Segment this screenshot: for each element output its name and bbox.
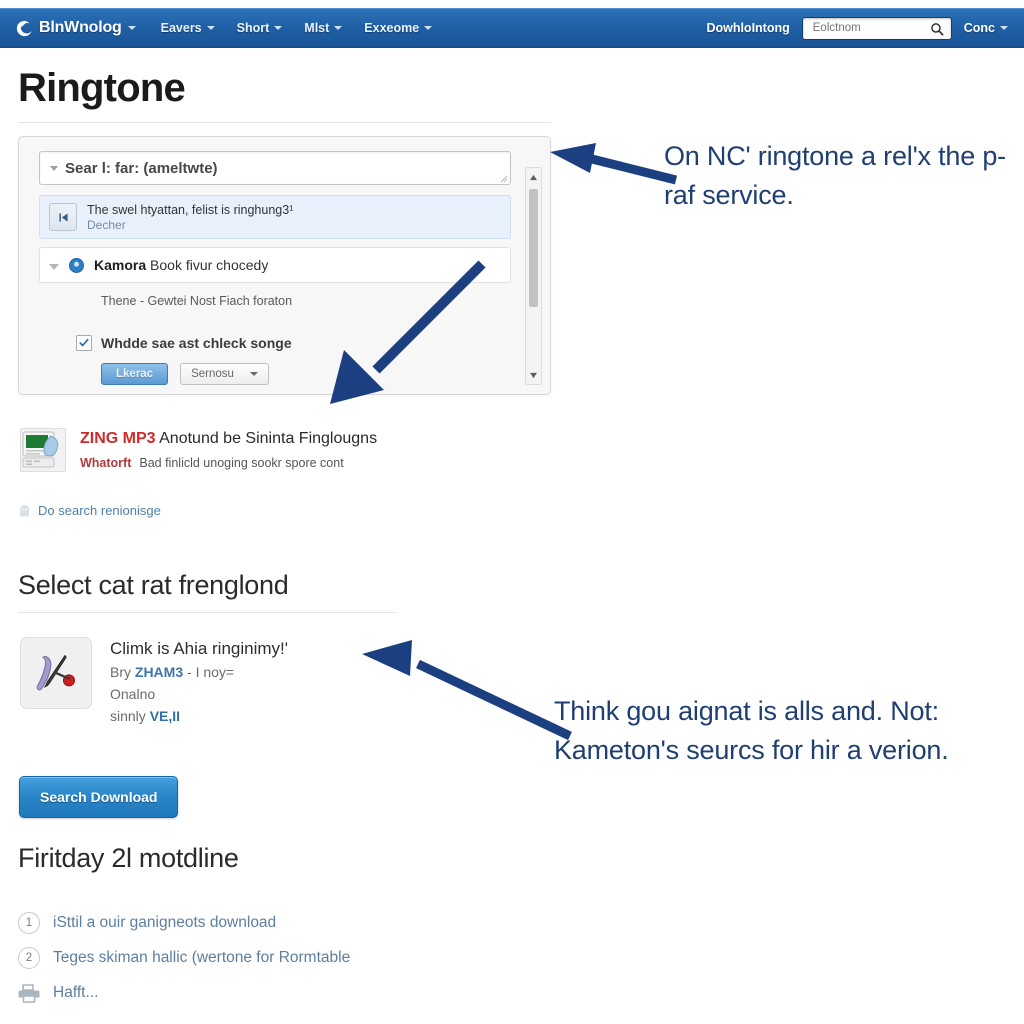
search-download-button[interactable]: Search Download (19, 776, 179, 818)
annotation-arrow-to-search-panel (550, 143, 678, 185)
steps-footer-label: Hafft... (53, 983, 99, 1001)
blue-disc-icon (69, 257, 84, 273)
song-meta-suffix: - I noy= (183, 664, 235, 680)
song-text-group: Climk is Ahia ringinimy!' Bry ZHAM3 - I … (110, 637, 288, 727)
navbar-right-group: DowhloIntong Conc (706, 16, 1008, 40)
brand-logo-link[interactable]: BlnWnolog (16, 19, 136, 37)
step-number-badge: 2 (18, 946, 40, 969)
annotation-arrow-to-song-item (362, 640, 572, 741)
navbar-search-box[interactable] (801, 16, 952, 40)
panel-result-title: The swel htyattan, felist is ringhung3¹ (87, 203, 294, 217)
nav-menu-exxeome[interactable]: Exxeome (364, 21, 433, 35)
select-section-heading: Select cat rat frenglond (18, 570, 289, 600)
top-navigation-bar: BlnWnolog Eavers Short Mlst Exxeome Dowh… (0, 8, 1024, 48)
nav-menu-mlst[interactable]: Mlst (304, 21, 343, 35)
checkbox-input[interactable] (76, 335, 92, 351)
chevron-down-icon (50, 165, 58, 171)
steps-footer-item[interactable]: Hafft... (18, 975, 488, 1010)
panel-result-subtitle: Decher (87, 218, 126, 232)
zing-search-result[interactable]: ZING MP3 Anotund be Sininta Finglougns W… (20, 428, 490, 472)
song-meta-line3-prefix: sinnly (110, 708, 150, 724)
panel-select-value: Sernosu (191, 368, 234, 380)
nav-account-label: Conc (963, 21, 995, 35)
scroll-up-arrow-icon[interactable] (526, 170, 541, 184)
panel-select-dropdown[interactable]: Sernosu (180, 363, 269, 385)
panel-result-title-group: Kamora Book fivur chocedy (94, 256, 269, 273)
brand-name: BlnWnolog (39, 19, 122, 36)
panel-primary-button[interactable]: Lkerac (101, 363, 169, 385)
panel-search-value: Sear l: far: (ameltwte) (65, 159, 218, 177)
song-meta-line-3: sinnly VE,II (110, 705, 288, 727)
song-list-item[interactable]: Climk is Ahia ringinimy!' Bry ZHAM3 - I … (20, 637, 288, 727)
check-icon (79, 338, 89, 347)
step-label: iSttil a ouir ganigneots download (53, 913, 277, 931)
title-divider (18, 122, 551, 123)
do-search-more-label: Do search renionisge (38, 503, 161, 518)
do-search-more-link[interactable]: Do search renionisge (18, 503, 161, 518)
nav-menu-label: Mlst (304, 21, 330, 35)
annotation-text-top: On NC' ringtone a rel'x the p-raf servic… (664, 141, 1006, 210)
search-input[interactable] (810, 21, 933, 35)
song-title: Climk is Ahia ringinimy!' (110, 639, 289, 658)
chevron-down-icon (274, 26, 283, 30)
zing-site-label: Whatorft (80, 456, 132, 470)
song-meta-line-2: Onalno (110, 686, 156, 702)
checkbox-label: Whdde sae ast chleck songe (101, 335, 292, 351)
zing-result-headline[interactable]: ZING MP3 Anotund be Sininta Finglougns (80, 428, 377, 450)
printer-icon (18, 983, 40, 1003)
panel-result-rest: Book fivur chocedy (146, 256, 269, 273)
chevron-down-icon (249, 372, 258, 376)
panel-checkbox-row[interactable]: Whdde sae ast chleck songe (76, 335, 292, 351)
panel-result-text-group: The swel htyattan, felist is ringhung3¹ … (87, 203, 293, 233)
zing-result-snippet-row: Whatorft Bad finlicld unoging sookr spore… (80, 456, 377, 470)
nav-menu-short[interactable]: Short (237, 21, 283, 35)
nav-menu-eavers[interactable]: Eavers (161, 21, 215, 35)
nav-menu-label: Eavers (160, 21, 202, 35)
chevron-down-icon (424, 26, 433, 30)
step-number-badge: 1 (18, 911, 40, 934)
song-meta-line-1: Bry ZHAM3 - I noy= (110, 661, 288, 683)
nav-account-menu[interactable]: Conc (964, 21, 1008, 35)
zing-headline-rest: Anotund be Sininta Finglougns (159, 430, 378, 447)
list-item[interactable]: 2 Teges skiman hallic (wertone for Rormt… (18, 940, 488, 975)
list-item[interactable]: 1 iSttil a ouir ganigneots download (18, 905, 488, 940)
steps-list: 1 iSttil a ouir ganigneots download 2 Te… (18, 905, 488, 1010)
zing-brand-label: ZING MP3 (80, 430, 156, 447)
chevron-down-icon (334, 26, 343, 30)
ghost-icon (20, 504, 29, 517)
panel-result-row-selected[interactable]: The swel htyattan, felist is ringhung3¹ … (39, 195, 511, 239)
swirl-logo-icon (16, 20, 32, 36)
chevron-down-icon (1000, 26, 1008, 30)
scrollbar-thumb[interactable] (529, 189, 538, 307)
chevron-down-icon (206, 26, 215, 30)
nav-menu-label: Exxeome (364, 21, 420, 35)
nav-menu-label: Short (236, 21, 270, 35)
chevron-down-icon (127, 26, 136, 30)
panel-vertical-scrollbar[interactable] (525, 167, 542, 385)
steps-section-heading: Firitday 2l motdline (18, 843, 239, 873)
search-icon[interactable] (930, 22, 944, 36)
chevron-down-icon[interactable] (49, 264, 59, 270)
panel-search-field[interactable]: Sear l: far: (ameltwte) (39, 151, 511, 185)
scroll-down-arrow-icon[interactable] (526, 368, 541, 382)
panel-note-text: Thene - Gewtei Nost Fiach foraton (101, 294, 293, 308)
annotation-text-bottom: Think gou aignat is alls and. Not: Kamet… (554, 696, 949, 765)
zing-text-group: ZING MP3 Anotund be Sininta Finglougns W… (80, 428, 377, 472)
step-label: Teges skiman hallic (wertone for Rormtab… (53, 948, 351, 966)
nav-download-link[interactable]: DowhloIntong (706, 21, 789, 35)
hockey-stick-puck-icon (20, 637, 92, 709)
song-meta-brand: ZHAM3 (134, 664, 184, 680)
device-screen-thumbnail-icon (20, 428, 66, 472)
resize-grip-icon[interactable] (499, 174, 508, 183)
zing-snippet: Bad finlicld unoging sookr spore cont (139, 456, 344, 470)
search-results-panel: Sear l: far: (ameltwte) The swel htyatta… (18, 136, 551, 395)
song-meta-line3-strong: VE,II (149, 708, 181, 724)
panel-action-row: Lkerac Sernosu (101, 363, 269, 385)
first-track-icon (49, 203, 77, 231)
select-section-divider (18, 612, 396, 613)
page-title: Ringtone (18, 66, 186, 110)
song-meta-prefix: Bry (110, 664, 135, 680)
panel-result-row-kamora[interactable]: Kamora Book fivur chocedy (39, 247, 511, 283)
panel-result-strong: Kamora (94, 256, 147, 273)
